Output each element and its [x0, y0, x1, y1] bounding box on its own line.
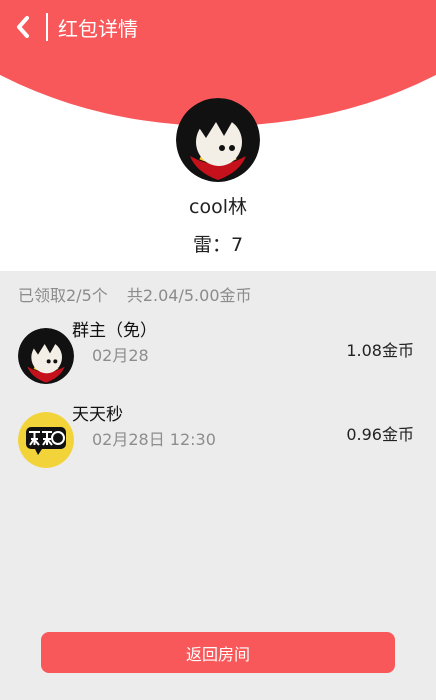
record-user-name: 群主（免） — [72, 321, 157, 341]
user-avatar — [18, 328, 74, 384]
record-user-name: 天天秒 — [72, 405, 123, 425]
record-row: 天天秒 02月28日 12:30 0.96金币 — [0, 405, 436, 492]
back-arrow-icon — [17, 16, 29, 38]
tiantianmiao-logo-icon — [18, 412, 74, 468]
record-amount: 0.96金币 — [346, 425, 414, 444]
total-amount: 共2.04/5.00金币 — [126, 286, 252, 305]
return-room-button[interactable]: 返回房间 — [41, 632, 395, 673]
sender-avatar — [176, 98, 260, 182]
top-bar: 红包详情 — [0, 0, 436, 54]
record-amount: 1.08金币 — [346, 341, 414, 360]
page-title: 红包详情 — [58, 16, 138, 41]
record-time: 02月28 — [92, 346, 149, 365]
cartoon-avatar-icon — [176, 98, 260, 182]
receive-summary: 已领取2/5个 共2.04/5.00金币 — [18, 282, 252, 306]
cartoon-avatar-icon — [18, 328, 74, 384]
record-row: 群主（免） 02月28 1.08金币 — [0, 321, 436, 408]
title-divider — [46, 13, 48, 41]
sender-name: cool林 — [189, 196, 247, 218]
back-button[interactable] — [8, 0, 38, 54]
user-avatar — [18, 412, 74, 468]
received-count: 已领取2/5个 — [18, 286, 108, 305]
record-time: 02月28日 12:30 — [92, 430, 216, 449]
red-packet-header: cool林 雷：7 — [0, 54, 436, 271]
mine-number: 雷：7 — [192, 234, 244, 256]
